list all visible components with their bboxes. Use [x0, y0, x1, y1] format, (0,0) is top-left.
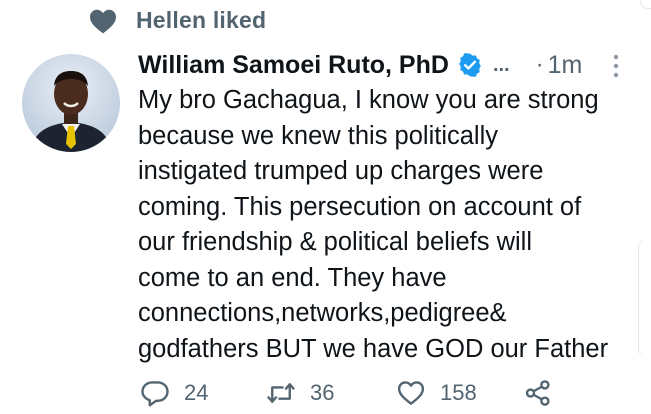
social-context-text: Hellen liked — [136, 7, 267, 33]
like-button[interactable]: 158 — [396, 378, 477, 408]
action-bar: 24 36 158 — [140, 378, 570, 414]
reply-icon — [141, 381, 169, 407]
verified-badge-icon — [459, 53, 481, 77]
avatar[interactable] — [22, 54, 120, 152]
tweet-text: My bro Gachagua, I know you are strong b… — [138, 83, 638, 367]
retweet-button[interactable]: 36 — [266, 378, 334, 408]
share-button[interactable] — [523, 378, 567, 408]
reply-count: 24 — [184, 380, 209, 405]
tweet-text-line: come to an end. They have — [138, 263, 447, 292]
tweet-text-line: because we knew this politically — [138, 121, 499, 150]
tweet-text-line: godfathers BUT we have GOD our Father — [138, 334, 609, 363]
share-icon — [525, 380, 550, 406]
tweet-text-line: coming. This persecution on account of — [138, 192, 582, 221]
more-vertical-icon[interactable] — [606, 52, 626, 80]
timestamp[interactable]: 1m — [548, 51, 583, 80]
social-context[interactable]: Hellen liked — [88, 7, 266, 34]
tweet-text-line: My bro Gachagua, I know you are strong — [138, 86, 599, 114]
avatar-image — [22, 54, 120, 152]
reply-button[interactable]: 24 — [140, 378, 208, 408]
retweet-count: 36 — [310, 380, 335, 405]
tweet-text-line: connections,networks,pedigree& — [138, 299, 507, 327]
author-name[interactable]: William Samoei Ruto, PhD — [138, 51, 449, 80]
tweet-text-line: our friendship & political beliefs will — [138, 228, 533, 256]
separator-dot: · — [535, 51, 544, 78]
like-icon — [397, 381, 425, 405]
scroll-edge — [640, 0, 651, 9]
heart-icon — [90, 9, 116, 33]
name-truncation: ... — [492, 53, 510, 76]
retweet-icon — [267, 383, 295, 403]
tweet-text-line: instigated trumped up charges were — [138, 157, 544, 185]
tweet-header: William Samoei Ruto, PhD ... · 1m — [138, 46, 638, 84]
scrollbar[interactable] — [638, 238, 651, 358]
like-count: 158 — [440, 380, 477, 405]
